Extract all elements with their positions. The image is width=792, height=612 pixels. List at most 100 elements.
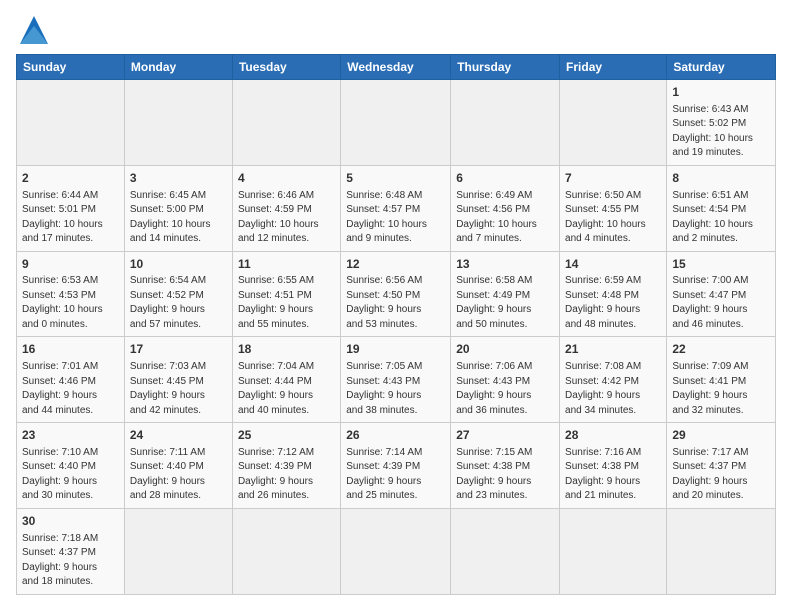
day-cell [232, 80, 340, 166]
day-info: Sunrise: 7:11 AM Sunset: 4:40 PM Dayligh… [130, 446, 227, 504]
day-info: Sunrise: 6:46 AM Sunset: 4:59 PM Dayligh… [238, 189, 335, 247]
day-number: 6 [456, 170, 554, 187]
logo-icon [20, 16, 48, 44]
day-info: Sunrise: 7:03 AM Sunset: 4:45 PM Dayligh… [130, 360, 227, 418]
day-number: 22 [672, 341, 770, 358]
day-number: 9 [22, 256, 119, 273]
day-cell: 11Sunrise: 6:55 AM Sunset: 4:51 PM Dayli… [232, 251, 340, 337]
day-number: 29 [672, 427, 770, 444]
day-number: 30 [22, 513, 119, 530]
calendar: SundayMondayTuesdayWednesdayThursdayFrid… [16, 54, 776, 595]
day-cell: 22 Sunrise: 7:09 AM Sunset: 4:41 PM Dayli… [667, 337, 776, 423]
day-info: Sunrise: 6:49 AM Sunset: 4:56 PM Dayligh… [456, 189, 554, 247]
day-info: Sunrise: 7:00 AM Sunset: 4:47 PM Dayligh… [672, 274, 770, 332]
day-info: Sunrise: 6:53 AM Sunset: 4:53 PM Dayligh… [22, 274, 119, 332]
day-cell: 27 Sunrise: 7:15 AM Sunset: 4:38 PM Dayli… [451, 423, 560, 509]
day-number: 19 [346, 341, 445, 358]
day-number: 15 [672, 256, 770, 273]
day-info: Sunrise: 7:18 AM Sunset: 4:37 PM Dayligh… [22, 532, 119, 590]
day-cell: 24 Sunrise: 7:11 AM Sunset: 4:40 PM Dayli… [124, 423, 232, 509]
day-cell: 5Sunrise: 6:48 AM Sunset: 4:57 PM Daylig… [341, 165, 451, 251]
day-cell [124, 508, 232, 594]
day-cell: 25Sunrise: 7:12 AM Sunset: 4:39 PM Dayli… [232, 423, 340, 509]
day-info: Sunrise: 6:50 AM Sunset: 4:55 PM Dayligh… [565, 189, 661, 247]
day-cell: 16 Sunrise: 7:01 AM Sunset: 4:46 PM Dayli… [17, 337, 125, 423]
day-info: Sunrise: 7:10 AM Sunset: 4:40 PM Dayligh… [22, 446, 119, 504]
day-info: Sunrise: 6:54 AM Sunset: 4:52 PM Dayligh… [130, 274, 227, 332]
day-number: 25 [238, 427, 335, 444]
day-cell [17, 80, 125, 166]
day-number: 16 [22, 341, 119, 358]
page: SundayMondayTuesdayWednesdayThursdayFrid… [0, 0, 792, 612]
day-cell: 14Sunrise: 6:59 AM Sunset: 4:48 PM Dayli… [560, 251, 667, 337]
week-row-0: 1Sunrise: 6:43 AM Sunset: 5:02 PM Daylig… [17, 80, 776, 166]
day-number: 12 [346, 256, 445, 273]
day-cell: 15Sunrise: 7:00 AM Sunset: 4:47 PM Dayli… [667, 251, 776, 337]
weekday-header-saturday: Saturday [667, 55, 776, 80]
day-info: Sunrise: 6:55 AM Sunset: 4:51 PM Dayligh… [238, 274, 335, 332]
logo [16, 16, 48, 44]
day-cell: 2Sunrise: 6:44 AM Sunset: 5:01 PM Daylig… [17, 165, 125, 251]
day-info: Sunrise: 7:17 AM Sunset: 4:37 PM Dayligh… [672, 446, 770, 504]
weekday-header-sunday: Sunday [17, 55, 125, 80]
weekday-header-wednesday: Wednesday [341, 55, 451, 80]
weekday-header-friday: Friday [560, 55, 667, 80]
day-info: Sunrise: 7:15 AM Sunset: 4:38 PM Dayligh… [456, 446, 554, 504]
day-cell: 12Sunrise: 6:56 AM Sunset: 4:50 PM Dayli… [341, 251, 451, 337]
day-number: 24 [130, 427, 227, 444]
day-info: Sunrise: 6:51 AM Sunset: 4:54 PM Dayligh… [672, 189, 770, 247]
day-info: Sunrise: 6:48 AM Sunset: 4:57 PM Dayligh… [346, 189, 445, 247]
day-number: 4 [238, 170, 335, 187]
week-row-2: 9Sunrise: 6:53 AM Sunset: 4:53 PM Daylig… [17, 251, 776, 337]
day-cell [560, 80, 667, 166]
day-cell: 6 Sunrise: 6:49 AM Sunset: 4:56 PM Daylig… [451, 165, 560, 251]
day-info: Sunrise: 7:09 AM Sunset: 4:41 PM Dayligh… [672, 360, 770, 418]
weekday-header-row: SundayMondayTuesdayWednesdayThursdayFrid… [17, 55, 776, 80]
day-cell [667, 508, 776, 594]
day-number: 27 [456, 427, 554, 444]
day-number: 10 [130, 256, 227, 273]
day-cell: 28 Sunrise: 7:16 AM Sunset: 4:38 PM Dayli… [560, 423, 667, 509]
day-number: 23 [22, 427, 119, 444]
day-cell [341, 80, 451, 166]
day-info: Sunrise: 7:01 AM Sunset: 4:46 PM Dayligh… [22, 360, 119, 418]
day-cell: 1Sunrise: 6:43 AM Sunset: 5:02 PM Daylig… [667, 80, 776, 166]
day-cell [451, 80, 560, 166]
day-cell: 7 Sunrise: 6:50 AM Sunset: 4:55 PM Daylig… [560, 165, 667, 251]
day-info: Sunrise: 6:56 AM Sunset: 4:50 PM Dayligh… [346, 274, 445, 332]
day-cell: 13Sunrise: 6:58 AM Sunset: 4:49 PM Dayli… [451, 251, 560, 337]
day-cell: 8 Sunrise: 6:51 AM Sunset: 4:54 PM Daylig… [667, 165, 776, 251]
day-cell: 4 Sunrise: 6:46 AM Sunset: 4:59 PM Daylig… [232, 165, 340, 251]
weekday-header-monday: Monday [124, 55, 232, 80]
day-info: Sunrise: 6:45 AM Sunset: 5:00 PM Dayligh… [130, 189, 227, 247]
weekday-header-thursday: Thursday [451, 55, 560, 80]
day-info: Sunrise: 7:06 AM Sunset: 4:43 PM Dayligh… [456, 360, 554, 418]
week-row-4: 23 Sunrise: 7:10 AM Sunset: 4:40 PM Dayli… [17, 423, 776, 509]
day-info: Sunrise: 6:58 AM Sunset: 4:49 PM Dayligh… [456, 274, 554, 332]
week-row-5: 30 Sunrise: 7:18 AM Sunset: 4:37 PM Dayli… [17, 508, 776, 594]
day-cell: 18 Sunrise: 7:04 AM Sunset: 4:44 PM Dayli… [232, 337, 340, 423]
day-number: 2 [22, 170, 119, 187]
day-cell: 23 Sunrise: 7:10 AM Sunset: 4:40 PM Dayli… [17, 423, 125, 509]
day-cell: 30 Sunrise: 7:18 AM Sunset: 4:37 PM Dayli… [17, 508, 125, 594]
day-number: 7 [565, 170, 661, 187]
day-number: 17 [130, 341, 227, 358]
day-cell: 21Sunrise: 7:08 AM Sunset: 4:42 PM Dayli… [560, 337, 667, 423]
day-number: 28 [565, 427, 661, 444]
day-number: 20 [456, 341, 554, 358]
weekday-header-tuesday: Tuesday [232, 55, 340, 80]
day-info: Sunrise: 7:04 AM Sunset: 4:44 PM Dayligh… [238, 360, 335, 418]
day-number: 11 [238, 256, 335, 273]
day-number: 18 [238, 341, 335, 358]
day-cell: 20 Sunrise: 7:06 AM Sunset: 4:43 PM Dayli… [451, 337, 560, 423]
day-info: Sunrise: 7:14 AM Sunset: 4:39 PM Dayligh… [346, 446, 445, 504]
day-info: Sunrise: 6:59 AM Sunset: 4:48 PM Dayligh… [565, 274, 661, 332]
week-row-3: 16 Sunrise: 7:01 AM Sunset: 4:46 PM Dayli… [17, 337, 776, 423]
day-number: 14 [565, 256, 661, 273]
day-cell [232, 508, 340, 594]
day-info: Sunrise: 7:16 AM Sunset: 4:38 PM Dayligh… [565, 446, 661, 504]
header [16, 16, 776, 44]
day-number: 8 [672, 170, 770, 187]
day-cell: 26Sunrise: 7:14 AM Sunset: 4:39 PM Dayli… [341, 423, 451, 509]
day-cell: 9Sunrise: 6:53 AM Sunset: 4:53 PM Daylig… [17, 251, 125, 337]
